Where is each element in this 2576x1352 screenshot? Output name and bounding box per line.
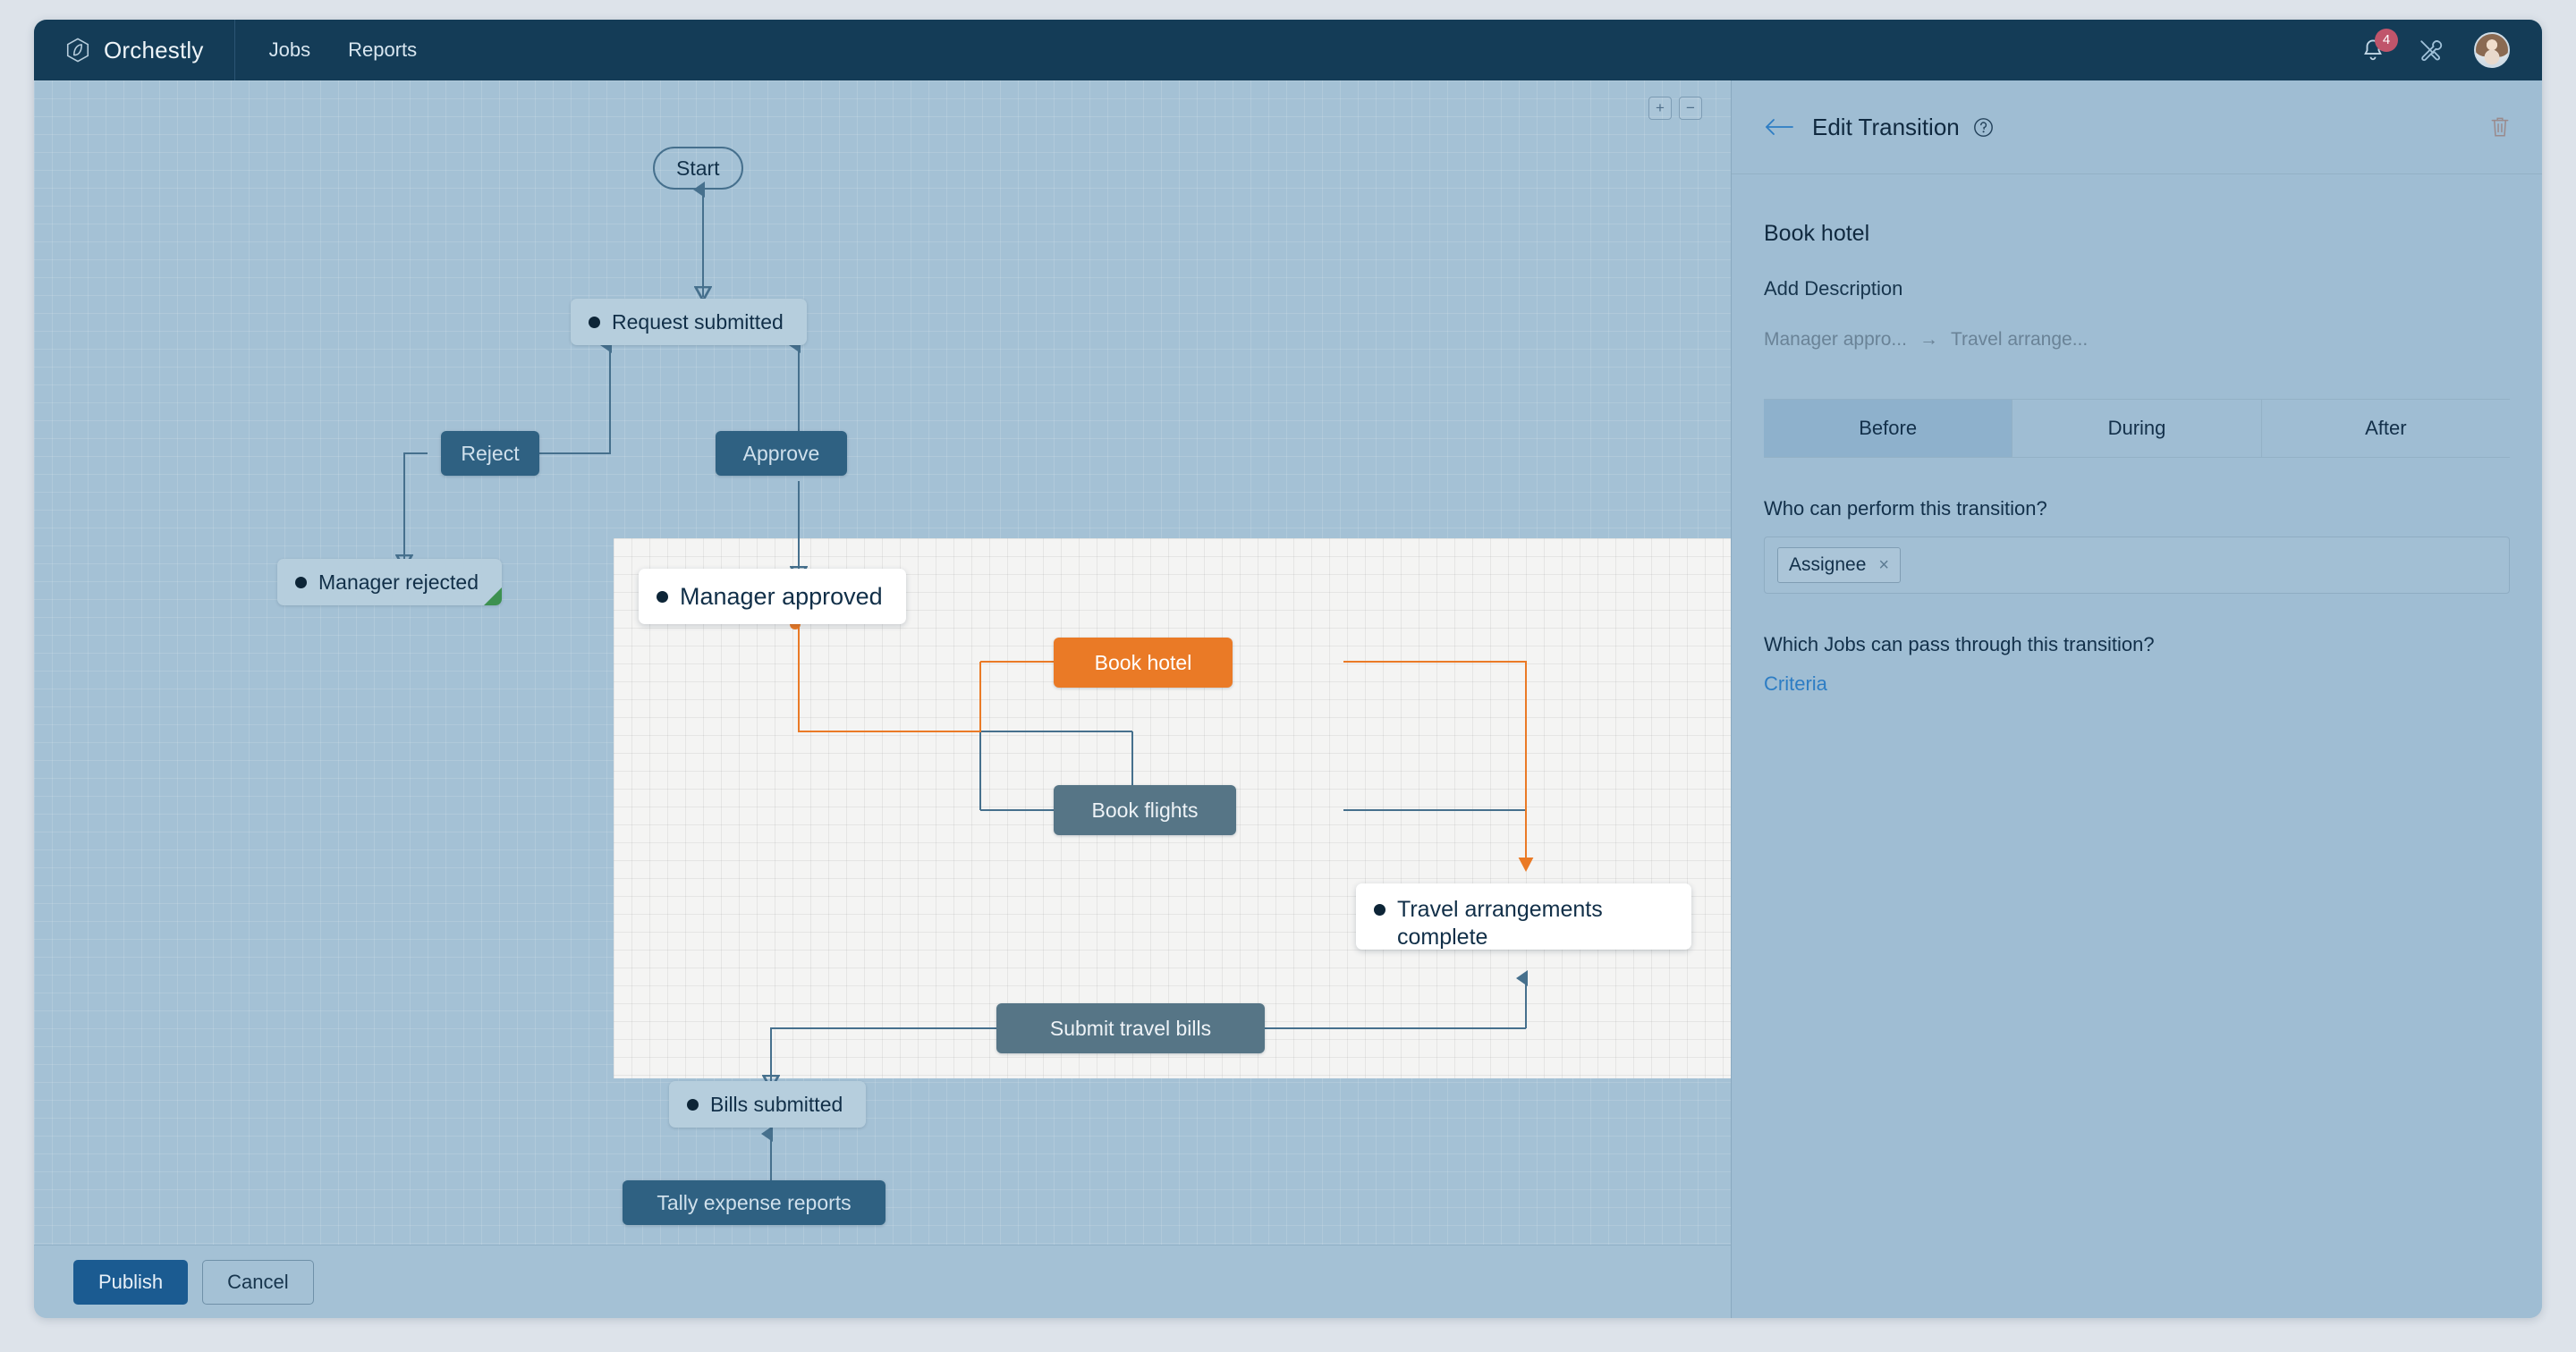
node-transition-reject[interactable]: Reject	[441, 431, 539, 476]
back-arrow-icon	[1766, 119, 1793, 135]
performers-input[interactable]: Assignee ×	[1764, 537, 2510, 594]
node-manager-approved[interactable]: Manager approved	[639, 569, 906, 624]
tab-before[interactable]: Before	[1764, 400, 2013, 457]
node-bills-submitted[interactable]: Bills submitted	[669, 1081, 867, 1128]
which-jobs-label: Which Jobs can pass through this transit…	[1764, 633, 2155, 655]
add-description-button[interactable]: Add Description	[1764, 277, 2510, 300]
node-transition-book-flights[interactable]: Book flights	[1054, 785, 1236, 835]
publish-button[interactable]: Publish	[73, 1259, 189, 1305]
brand-home-link[interactable]: Orchestly	[34, 20, 235, 80]
tools-button[interactable]	[2417, 37, 2444, 63]
breadcrumb-arrow-icon: →	[1919, 329, 1938, 350]
state-dot-icon	[295, 576, 307, 588]
cancel-button[interactable]: Cancel	[202, 1259, 314, 1305]
main-nav: Jobs Reports	[235, 20, 418, 80]
node-manager-rejected[interactable]: Manager rejected	[277, 559, 502, 605]
tab-during[interactable]: During	[2012, 400, 2262, 457]
breadcrumb-to-state: Travel arrange...	[1950, 329, 2089, 350]
node-label: Manager approved	[680, 582, 883, 610]
panel-title: Edit Transition	[1812, 113, 1960, 140]
tools-wrench-screwdriver-icon	[2420, 40, 2443, 62]
help-button[interactable]	[1972, 116, 1995, 139]
node-label: Manager rejected	[318, 570, 479, 594]
trash-icon	[2491, 117, 2509, 137]
state-dot-icon	[657, 590, 668, 603]
chip-label: Assignee	[1789, 554, 1867, 575]
help-circle-icon	[1973, 117, 1993, 137]
nav-item-reports[interactable]: Reports	[348, 38, 417, 62]
state-dot-icon	[1374, 904, 1385, 916]
action-bar: Publish Cancel	[34, 1245, 1731, 1318]
hexagon-leaf-logo-icon	[66, 38, 89, 63]
delete-transition-button[interactable]	[2488, 114, 2512, 139]
breadcrumb-from-state: Manager appro...	[1764, 329, 1907, 350]
edit-transition-panel: Edit Transition Book hotel Add Descripti…	[1731, 80, 2542, 1318]
state-dot-icon	[687, 1098, 699, 1111]
panel-tabs: Before During After	[1764, 399, 2510, 458]
user-avatar[interactable]	[2474, 32, 2510, 68]
node-travel-arrangements-complete[interactable]: Travel arrangements complete	[1356, 883, 1691, 950]
node-transition-book-hotel[interactable]: Book hotel	[1054, 638, 1233, 688]
brand-name: Orchestly	[104, 36, 204, 63]
zoom-out-button[interactable]: −	[1679, 97, 1702, 120]
panel-body: Book hotel Add Description Manager appro…	[1732, 221, 2542, 696]
back-button[interactable]	[1764, 117, 1794, 137]
transition-name: Book hotel	[1764, 221, 1870, 246]
node-start[interactable]: Start	[653, 147, 743, 190]
who-can-perform-label: Who can perform this transition?	[1764, 497, 2047, 520]
node-label: Request submitted	[612, 309, 784, 334]
node-transition-submit-travel-bills[interactable]: Submit travel bills	[996, 1003, 1265, 1053]
nav-item-jobs[interactable]: Jobs	[269, 38, 310, 62]
zoom-in-button[interactable]: +	[1648, 97, 1672, 120]
chip-remove-icon[interactable]: ×	[1878, 555, 1889, 576]
node-transition-approve[interactable]: Approve	[716, 431, 847, 476]
app-window: Orchestly Jobs Reports 4 + − Start Reque…	[34, 20, 2542, 1318]
notifications-button[interactable]: 4	[2360, 29, 2398, 63]
node-label: Bills submitted	[710, 1092, 843, 1116]
state-dot-icon	[589, 316, 600, 328]
zoom-controls: + −	[1648, 97, 1702, 120]
end-state-marker-icon	[484, 587, 502, 605]
workflow-canvas[interactable]: + − Start Request submitted Reject Appro…	[34, 80, 1731, 1245]
performer-chip-assignee[interactable]: Assignee ×	[1777, 547, 1902, 583]
top-navigation-bar: Orchestly Jobs Reports 4	[34, 20, 2542, 80]
node-label: Travel arrangements complete	[1397, 897, 1603, 950]
node-request-submitted[interactable]: Request submitted	[571, 299, 807, 345]
tab-after[interactable]: After	[2262, 400, 2510, 457]
workspace: + − Start Request submitted Reject Appro…	[34, 80, 2542, 1318]
panel-header: Edit Transition	[1732, 80, 2542, 174]
node-transition-tally-expense-reports[interactable]: Tally expense reports	[623, 1180, 886, 1225]
transition-breadcrumb: Manager appro... → Travel arrange...	[1764, 329, 2510, 351]
notification-count-badge: 4	[2375, 29, 2398, 52]
criteria-link[interactable]: Criteria	[1764, 672, 1827, 696]
top-bar-actions: 4	[2360, 29, 2542, 68]
